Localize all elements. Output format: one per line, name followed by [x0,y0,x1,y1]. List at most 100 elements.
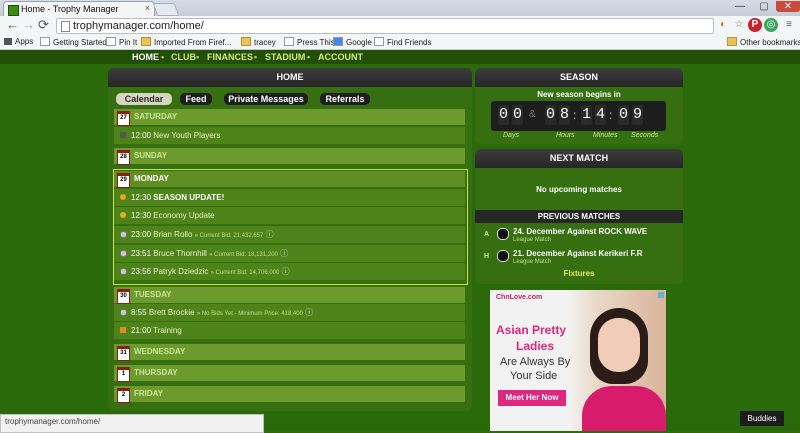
browser-status-bar: trophymanager.com/home/ [0,414,264,433]
maximize-icon[interactable]: ▢ [752,1,776,12]
event-time: 12:00 [131,131,152,140]
tab-referrals[interactable]: Referrals [320,93,370,105]
bookmark-imported[interactable]: Imported From Firef... [141,37,231,47]
other-bookmarks[interactable]: Other bookmarks [727,37,800,47]
bookmarks-bar: Apps Getting Started Pin It Imported Fro… [0,35,800,50]
info-icon[interactable]: ⓘ [305,308,313,317]
youth-icon [120,132,126,138]
event-time: 23:00 [131,230,152,239]
no-matches-text: No upcoming matches [536,185,622,194]
nav-account[interactable]: ACCOUNT [318,52,363,62]
match-side: A [484,231,490,238]
bookmark-pin-it[interactable]: Pin It [106,37,137,47]
info-icon[interactable]: ⓘ [282,267,290,276]
forward-icon[interactable]: → [22,18,35,32]
countdown-digit: 0 [618,105,629,125]
nav-home[interactable]: HOME [132,52,159,62]
day-label: FRIDAY [134,389,164,398]
browser-tab[interactable]: Home - Trophy Manager × [3,1,155,17]
club-badge-icon [497,228,509,240]
trophy-manager-favicon [8,5,19,16]
home-panel-title: HOME [108,68,472,87]
address-row: ← → ⟳ trophymanager.com/home/ ◐ ☆ P ◎ ≡ [0,16,800,35]
event-training[interactable]: 21:00 Training [114,322,465,339]
bookmark-press-this[interactable]: Press This [284,37,335,47]
bookmark-google[interactable]: Google [333,37,372,47]
event-text: Training [153,326,182,335]
ad-choices-icon[interactable] [658,292,664,298]
event-transfer[interactable]: 23:00 Brian Rollo » Current Bid: 21,432,… [114,226,465,243]
folder-icon [727,37,737,46]
tab-title: Home - Trophy Manager [21,4,119,14]
advertisement[interactable]: ChnLove.com Asian Pretty Ladies Are Alwa… [490,290,666,431]
close-window-icon[interactable]: ✕ [776,1,800,12]
fixtures-link[interactable]: Fixtures [475,269,683,278]
countdown-separator: & [529,109,536,120]
close-tab-icon[interactable]: × [145,3,150,13]
nav-club[interactable]: CLUB [171,52,196,62]
countdown-separator: : [609,108,613,122]
page-icon [40,37,50,46]
reload-icon[interactable]: ⟳ [38,18,49,32]
match-title: 24. December Against ROCK WAVE [513,227,648,236]
nav-separator: • [254,52,258,62]
bookmark-find-friends[interactable]: Find Friends [374,37,431,47]
match-title: 21. December Against Kerikeri F.R [513,249,643,258]
event-season-update[interactable]: 12:30 SEASON UPDATE! [114,189,465,206]
day-label: WEDNESDAY [134,347,186,356]
previous-match-row[interactable]: A 24. December Against ROCK WAVE League … [475,225,683,245]
tab-feed[interactable]: Feed [180,93,212,105]
event-transfer[interactable]: 23:56 Patryk Dziedzic » Current Bid: 14,… [114,263,465,280]
event-economy-update[interactable]: 12:30 Economy Update [114,207,465,224]
tab-calendar[interactable]: Calendar [116,93,172,105]
event-text: Economy Update [153,211,215,220]
ad-line-2: Your Side [510,370,558,382]
back-icon[interactable]: ← [6,18,19,32]
bookmark-getting-started[interactable]: Getting Started [40,37,107,47]
event-transfer[interactable]: 23:51 Bruce Thornhill » Current Bid: 18,… [114,245,465,262]
buddies-button[interactable]: Buddies [740,411,784,426]
countdown-digit: 0 [512,105,523,125]
event-text: Brian Rollo [153,230,193,239]
countdown-digit: 0 [498,105,509,125]
countdown-digit: 0 [545,105,556,125]
minimize-icon[interactable]: — [728,1,752,12]
info-icon[interactable]: ⓘ [280,249,288,258]
extension-icon[interactable]: ◐ [716,18,730,32]
bookmark-star-icon[interactable]: ☆ [732,18,746,32]
page-icon [61,21,70,32]
page-icon [374,37,384,46]
season-title: SEASON [475,68,683,87]
day-label: TUESDAY [134,290,172,299]
previous-match-row[interactable]: H 21. December Against Kerikeri F.R Leag… [475,247,683,267]
bookmark-apps[interactable]: Apps [4,37,33,46]
match-type: League Match [513,259,552,265]
tab-private-messages[interactable]: Private Messages [224,93,308,105]
event-time: 12:30 [131,193,152,202]
address-bar[interactable]: trophymanager.com/home/ [56,18,714,34]
apps-icon [4,38,12,45]
nav-stadium[interactable]: STADIUM [265,52,305,62]
calendar-icon: 28 [117,150,130,165]
next-match-panel: NEXT MATCH No upcoming matches PREVIOUS … [475,149,683,284]
unit-seconds: Seconds [631,132,659,139]
unit-days: Days [503,132,519,139]
pinterest-icon[interactable]: P [748,18,762,32]
extension-green-icon[interactable]: ◎ [764,18,778,32]
event-time: 8:55 [131,308,147,317]
nav-finances[interactable]: FINANCES [207,52,253,62]
previous-matches-title: PREVIOUS MATCHES [475,210,683,223]
new-tab-button[interactable] [152,3,180,16]
browser-titlebar: Home - Trophy Manager × — ▢ ✕ [0,0,800,17]
day-label: SATURDAY [134,112,178,121]
event-transfer[interactable]: 8:55 Brett Brockie » No Bids Yet - Minim… [114,304,465,321]
google-icon [333,37,343,46]
bookmark-tracey[interactable]: tracey [241,37,276,47]
ad-cta-button[interactable]: Meet Her Now [498,390,566,406]
info-icon[interactable]: ⓘ [266,230,274,239]
url-text: trophymanager.com/home/ [73,20,204,32]
menu-icon[interactable]: ≡ [782,18,796,32]
nav-separator: • [161,52,165,62]
event-new-youth[interactable]: 12:00 New Youth Players [114,127,465,144]
nav-separator: • [196,52,200,62]
